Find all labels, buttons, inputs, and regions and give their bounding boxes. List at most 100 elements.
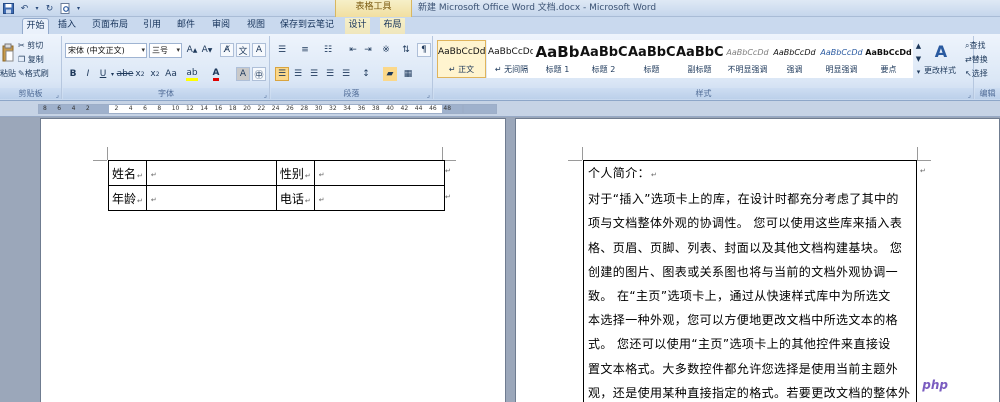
ribbon-tabs: 开始 插入 页面布局 引用 邮件 审阅 视图 保存到云笔记 设计 布局 (0, 17, 1000, 34)
info-table[interactable]: 姓名↵ ↵ 性别↵ ↵ 年龄↵ ↵ 电话↵ ↵ (108, 160, 445, 211)
shading-icon[interactable]: ▰ (383, 67, 397, 81)
change-styles-button[interactable]: 更改样式 (924, 64, 956, 78)
character-shading-icon[interactable]: A (236, 67, 250, 81)
table-cell-name-value[interactable]: ↵ (145, 160, 277, 186)
tab-review[interactable]: 审阅 (210, 18, 232, 34)
tab-view[interactable]: 视图 (245, 18, 267, 34)
chinese-layout-icon[interactable]: ※ (379, 43, 393, 57)
select-button[interactable]: ↖选择 (965, 67, 988, 81)
clipboard-dialog-launcher-icon[interactable]: ⌟ (56, 90, 59, 101)
align-center-icon[interactable]: ☰ (291, 67, 305, 81)
format-painter-button[interactable]: ✎格式刷 (18, 67, 49, 81)
horizontal-ruler[interactable]: 8 6 4 2 2 4 6 8 10 12 14 16 18 20 22 24 26 28 30 32 34 36 38 40… (0, 101, 1000, 117)
style-normal[interactable]: AaBbCcDd ↵ 正文 (437, 40, 486, 78)
find-button[interactable]: ⌕查找 (965, 39, 985, 53)
align-left-icon[interactable]: ☰ (275, 67, 289, 81)
ruler-strip[interactable]: 8 6 4 2 2 4 6 8 10 12 14 16 18 20 22 24 26 28 30 32 34 36 38 40… (38, 104, 463, 114)
ruler-tick-label: 26 (286, 105, 294, 112)
style-heading-1[interactable]: AaBb 标题 1 (533, 40, 582, 78)
enclose-characters-icon[interactable]: ㊥ (252, 67, 266, 81)
styles-scroll-down-icon[interactable]: ▼ (914, 53, 923, 65)
redo-icon[interactable]: ↻ (43, 2, 56, 15)
style-heading-2[interactable]: AaBbC 标题 2 (579, 40, 628, 78)
replace-button[interactable]: ⇄替换 (965, 53, 988, 67)
table-cell-age-value[interactable]: ↵ (145, 185, 277, 211)
save-icon[interactable] (2, 2, 15, 15)
paste-button[interactable]: 粘贴 (0, 67, 16, 81)
editing-group-label: 编辑 (975, 88, 1000, 99)
shrink-font-icon[interactable]: A ▼ (200, 43, 214, 57)
styles-scroll-up-icon[interactable]: ▲ (914, 40, 923, 52)
strikethrough-icon[interactable]: abe (117, 67, 134, 81)
subscript-icon[interactable]: x2 (133, 67, 147, 81)
italic-icon[interactable]: I (81, 67, 95, 81)
cell-end-mark: ↵ (318, 171, 325, 179)
page-1[interactable]: 姓名↵ ↵ 性别↵ ↵ 年龄↵ ↵ 电话↵ ↵ ↵ ↵ (40, 118, 506, 402)
distributed-icon[interactable]: ☰ (339, 67, 353, 81)
multilevel-list-icon[interactable]: ☷ (321, 43, 335, 57)
tab-insert[interactable]: 插入 (55, 18, 79, 34)
table-cell-phone-label[interactable]: 电话↵ (275, 185, 315, 211)
style-subtle-emphasis[interactable]: AaBbCcDd 不明显强调 (723, 40, 772, 78)
tab-save-to-cloud-notes[interactable]: 保存到云笔记 (279, 18, 335, 34)
style-no-spacing[interactable]: AaBbCcDd ↵ 无间隔 (487, 40, 536, 78)
justify-icon[interactable]: ☰ (323, 67, 337, 81)
page-2[interactable]: 个人简介：↵ 对于“插入”选项卡上的库，在设计时都充分考虑了其中的 项与文档整体… (515, 118, 1000, 402)
tab-references[interactable]: 引用 (141, 18, 163, 34)
character-border-icon[interactable]: A (252, 43, 266, 57)
style-subtitle[interactable]: AaBbC 副标题 (675, 40, 724, 78)
superscript-icon[interactable]: x2 (148, 67, 162, 81)
tab-mailings[interactable]: 邮件 (175, 18, 197, 34)
phonetic-guide-icon[interactable]: 文 (236, 43, 250, 57)
table-cell-phone-value[interactable]: ↵ (313, 185, 445, 211)
style-intense-emphasis[interactable]: AaBbCcDd 明显强调 (817, 40, 866, 78)
highlight-icon[interactable]: ab (185, 67, 199, 81)
document-area[interactable]: 姓名↵ ↵ 性别↵ ↵ 年龄↵ ↵ 电话↵ ↵ ↵ ↵ 个人简介：↵ 对于“插入… (0, 118, 1000, 402)
cut-button[interactable]: ✂ 剪切 (18, 39, 43, 53)
print-preview-icon[interactable] (59, 2, 72, 15)
table-cell-gender-label[interactable]: 性别↵ (275, 160, 315, 186)
style-title[interactable]: AaBbC 标题 (627, 40, 676, 78)
tab-home[interactable]: 开始 (22, 18, 49, 34)
change-case-icon[interactable]: Aa (164, 67, 178, 81)
bold-icon[interactable]: B (66, 67, 80, 81)
styles-dialog-launcher-icon[interactable]: ⌟ (968, 90, 971, 101)
style-strong[interactable]: AaBbCcDd 要点 (864, 40, 913, 78)
style-emphasis[interactable]: AaBbCcDd 强调 (770, 40, 819, 78)
underline-dropdown-icon[interactable]: ▾ (109, 67, 116, 81)
undo-icon[interactable]: ↶ (18, 2, 31, 15)
window-title: 新建 Microsoft Office Word 文档.docx - Micro… (418, 3, 657, 13)
table-cell-gender-value[interactable]: ↵ (313, 160, 445, 186)
copy-button[interactable]: ❐ 复制 (18, 53, 44, 67)
tab-page-layout[interactable]: 页面布局 (88, 18, 132, 34)
decrease-indent-icon[interactable]: ⇤ (346, 43, 360, 57)
undo-dropdown-icon[interactable]: ▾ (34, 2, 40, 15)
change-styles-icon[interactable]: A (929, 40, 953, 62)
paste-icon[interactable] (1, 42, 15, 64)
align-right-icon[interactable]: ☰ (307, 67, 321, 81)
line-spacing-icon[interactable]: ↕ (359, 67, 373, 81)
paragraph-dialog-launcher-icon[interactable]: ⌟ (427, 90, 430, 101)
styles-more-icon[interactable]: ▾ (914, 66, 923, 78)
tab-table-layout[interactable]: 布局 (380, 18, 405, 34)
table-cell-name-label[interactable]: 姓名↵ (108, 160, 147, 186)
font-name-combo[interactable]: 宋体 (中文正文) ▾ (65, 43, 147, 58)
bio-table-cell[interactable]: 个人简介：↵ 对于“插入”选项卡上的库，在设计时都充分考虑了其中的 项与文档整体… (583, 160, 917, 402)
tab-table-design[interactable]: 设计 (345, 18, 370, 34)
clear-formatting-icon[interactable]: A̸ (220, 43, 234, 57)
borders-icon[interactable]: ▦ (401, 67, 415, 81)
sort-icon[interactable]: ⇅ (399, 43, 413, 57)
font-color-icon[interactable]: A (209, 67, 223, 81)
font-dialog-launcher-icon[interactable]: ⌟ (264, 90, 267, 101)
grow-font-icon[interactable]: A ▲ (185, 43, 199, 57)
underline-icon[interactable]: U (96, 67, 110, 81)
bullets-icon[interactable]: ☰ (275, 43, 289, 57)
increase-indent-icon[interactable]: ⇥ (361, 43, 375, 57)
customize-qat-icon[interactable]: ▾ (75, 2, 82, 15)
numbering-icon[interactable]: ≡ (298, 43, 312, 57)
php-logo: php (918, 376, 952, 394)
show-marks-icon[interactable]: ¶ (417, 43, 431, 57)
font-size-combo[interactable]: 三号 ▾ (149, 43, 182, 58)
bio-line: 创建的图片、图表或关系图也将与当前的文档外观协调一 (588, 264, 899, 279)
table-cell-age-label[interactable]: 年龄↵ (108, 185, 147, 211)
